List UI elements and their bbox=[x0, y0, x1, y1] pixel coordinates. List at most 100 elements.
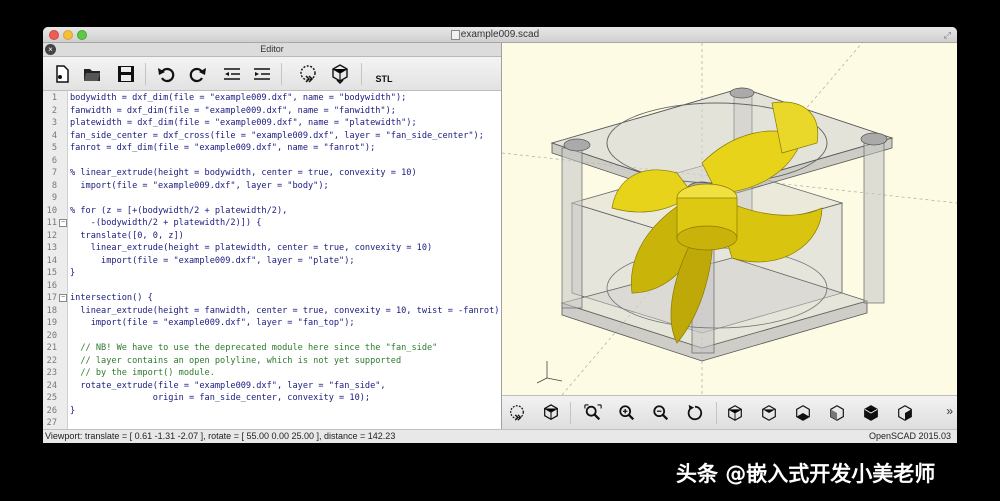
zoom-in-button[interactable] bbox=[616, 402, 638, 424]
window-title: example009.scad bbox=[460, 29, 540, 40]
view-back-button[interactable] bbox=[894, 402, 916, 424]
line-number: 9 bbox=[51, 193, 57, 203]
zoom-out-button[interactable] bbox=[650, 402, 672, 424]
line-number: 1 bbox=[51, 93, 57, 103]
fold-toggle-icon[interactable]: − bbox=[59, 219, 67, 227]
code-line[interactable]: -(bodywidth/2 + platewidth/2)]) { bbox=[70, 217, 262, 230]
line-number: 6 bbox=[51, 155, 57, 166]
zoom-all-button[interactable] bbox=[582, 402, 604, 424]
fold-toggle-icon[interactable]: − bbox=[59, 294, 67, 302]
unindent-button[interactable] bbox=[219, 62, 245, 86]
status-bar: Viewport: translate = [ 0.61 -1.31 -2.07… bbox=[43, 429, 957, 443]
view-left-button[interactable] bbox=[826, 402, 848, 424]
code-line[interactable]: fanwidth = dxf_dim(file = "example009.dx… bbox=[70, 105, 396, 118]
code-line[interactable]: linear_extrude(height = platewidth, cent… bbox=[70, 242, 432, 255]
line-number: 8 bbox=[51, 180, 57, 191]
line-number: 26 bbox=[46, 405, 57, 416]
code-line[interactable]: platewidth = dxf_dim(file = "example009.… bbox=[70, 117, 417, 130]
3d-viewport[interactable] bbox=[502, 43, 957, 395]
unindent-icon bbox=[224, 68, 240, 80]
line-number: 23 bbox=[46, 368, 57, 378]
indent-button[interactable] bbox=[249, 62, 275, 86]
line-number: 19 bbox=[46, 318, 57, 328]
line-number: 12 bbox=[46, 230, 57, 241]
view-back-icon bbox=[898, 405, 912, 421]
code-line[interactable]: fan_side_center = dxf_cross(file = "exam… bbox=[70, 130, 484, 143]
line-number: 16 bbox=[46, 280, 57, 291]
line-number: 7 bbox=[51, 168, 57, 178]
line-number: 3 bbox=[51, 118, 57, 128]
view-right-button[interactable] bbox=[724, 402, 746, 424]
code-line[interactable]: // layer contains an open polyline, whic… bbox=[70, 355, 401, 368]
view-top-button[interactable] bbox=[758, 402, 780, 424]
render-button[interactable] bbox=[327, 62, 353, 86]
view-bottom-icon bbox=[796, 405, 810, 421]
open-file-button[interactable] bbox=[79, 62, 105, 86]
version-label: OpenSCAD 2015.03 bbox=[868, 431, 951, 441]
viewer-preview-button[interactable] bbox=[506, 402, 528, 424]
line-number: 4 bbox=[51, 130, 57, 141]
line-number: 13 bbox=[46, 243, 57, 253]
code-editor[interactable]: 1 2 3 4 5 6 7 8 9 10 11−12 13 14 15 16 17−18 19 20 21 22 23 2… bbox=[43, 91, 501, 429]
line-number: 15 bbox=[46, 268, 57, 278]
line-number-gutter: 1 2 3 4 5 6 7 8 9 10 11−12 13 14 15 16 17−18 19 20 21 22 23 2… bbox=[43, 91, 68, 429]
code-line[interactable]: } bbox=[70, 267, 75, 280]
code-line[interactable]: fanrot = dxf_dim(file = "example009.dxf"… bbox=[70, 142, 375, 155]
preview-button[interactable] bbox=[295, 62, 321, 86]
view-bottom-button[interactable] bbox=[792, 402, 814, 424]
view-front-icon bbox=[864, 405, 878, 421]
code-line[interactable]: % for (z = [+(bodywidth/2 + platewidth/2… bbox=[70, 205, 287, 218]
editor-toolbar: STL bbox=[43, 57, 501, 91]
line-number: 18 bbox=[46, 305, 57, 316]
code-line[interactable]: origin = fan_side_center, convexity = 10… bbox=[70, 392, 370, 405]
code-line[interactable]: translate([0, 0, z]) bbox=[70, 230, 183, 243]
render-icon bbox=[544, 404, 558, 421]
line-number: 10 bbox=[46, 205, 57, 216]
render-icon bbox=[332, 64, 348, 84]
model-render bbox=[502, 43, 957, 395]
undo-button[interactable] bbox=[153, 62, 179, 86]
code-line[interactable]: } bbox=[70, 405, 75, 418]
reset-view-icon bbox=[687, 404, 703, 421]
code-line[interactable]: rotate_extrude(file = "example009.dxf", … bbox=[70, 380, 385, 393]
new-file-icon bbox=[56, 65, 69, 83]
export-stl-button[interactable]: STL bbox=[371, 62, 397, 86]
code-line[interactable]: // NB! We have to use the deprecated mod… bbox=[70, 342, 437, 355]
code-line[interactable]: import(file = "example009.dxf", layer = … bbox=[70, 317, 355, 330]
stl-label: STL bbox=[375, 74, 393, 84]
line-number: 21 bbox=[46, 343, 57, 353]
zoom-in-icon bbox=[619, 405, 635, 421]
line-number: 24 bbox=[46, 380, 57, 391]
redo-button[interactable] bbox=[185, 62, 211, 86]
code-line[interactable]: import(file = "example009.dxf", layer = … bbox=[70, 180, 328, 193]
code-line[interactable]: intersection() { bbox=[70, 292, 153, 305]
view-right-icon bbox=[728, 405, 742, 421]
new-file-button[interactable] bbox=[49, 62, 75, 86]
view-front-button[interactable] bbox=[860, 402, 882, 424]
axis-indicator bbox=[536, 361, 563, 384]
code-line[interactable]: bodywidth = dxf_dim(file = "example009.d… bbox=[70, 92, 406, 105]
zoom-out-icon bbox=[653, 405, 669, 421]
line-number: 22 bbox=[46, 355, 57, 366]
viewport-status: Viewport: translate = [ 0.61 -1.31 -2.07… bbox=[45, 431, 396, 441]
zoom-all-icon bbox=[584, 404, 602, 421]
code-line[interactable]: linear_extrude(height = fanwidth, center… bbox=[70, 305, 499, 318]
editor-title: Editor bbox=[260, 44, 284, 54]
line-number: 5 bbox=[51, 143, 57, 153]
viewer-toolbar: » bbox=[502, 395, 957, 429]
code-line[interactable]: % linear_extrude(height = bodywidth, cen… bbox=[70, 167, 417, 180]
toolbar-overflow-icon[interactable]: » bbox=[946, 404, 953, 418]
reset-view-button[interactable] bbox=[684, 402, 706, 424]
title-bar[interactable]: example009.scad ⤢ bbox=[43, 27, 957, 43]
viewer-render-button[interactable] bbox=[540, 402, 562, 424]
indent-icon bbox=[254, 68, 270, 80]
line-number: 27 bbox=[46, 418, 57, 428]
line-number: 17 bbox=[46, 293, 57, 303]
save-button[interactable] bbox=[113, 62, 139, 86]
app-window: example009.scad ⤢ × Editor STL 1 2 3 4 5… bbox=[43, 27, 957, 443]
line-number: 11 bbox=[46, 218, 57, 228]
code-line[interactable]: import(file = "example009.dxf", layer = … bbox=[70, 255, 355, 268]
fullscreen-icon[interactable]: ⤢ bbox=[944, 30, 951, 41]
undo-icon bbox=[158, 67, 175, 83]
code-line[interactable]: // by the import() module. bbox=[70, 367, 215, 380]
